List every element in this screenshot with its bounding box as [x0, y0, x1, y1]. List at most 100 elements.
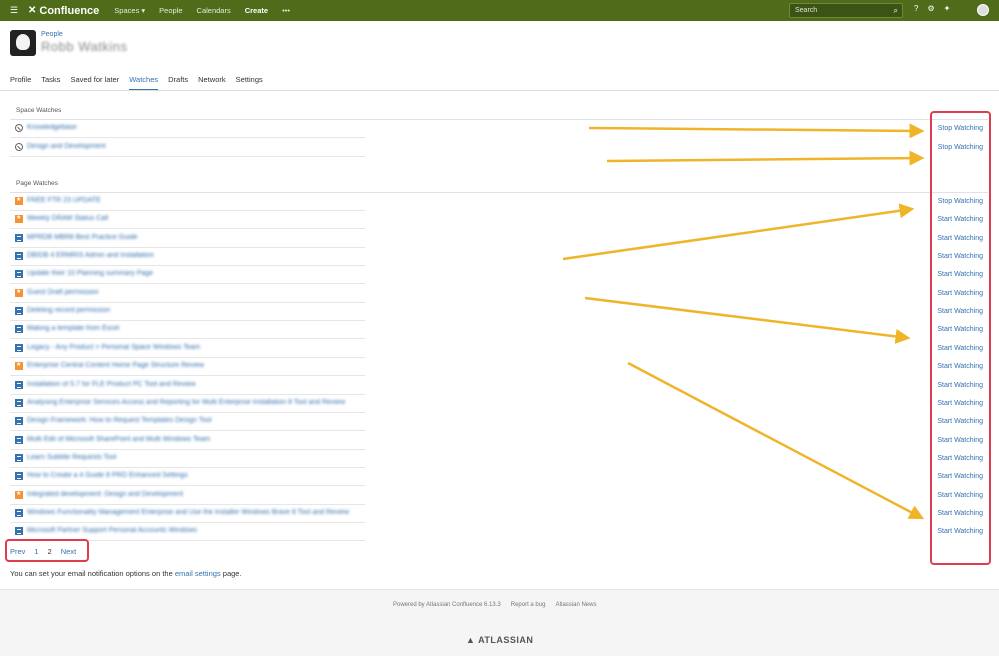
main-nav: Spaces ▾ People Calendars Create •••: [114, 6, 290, 15]
blog-icon: [15, 196, 23, 205]
blog-icon: [15, 490, 23, 499]
atlassian-logo[interactable]: ▲ ATLASSIAN: [466, 635, 533, 645]
page-icon: [15, 417, 23, 426]
app-name: Confluence: [39, 4, 100, 17]
item-link[interactable]: FREE FTR 23 UPDATE: [27, 197, 101, 204]
tabs-divider: [0, 90, 999, 91]
list-item: Knowledgebase Stop Watching: [10, 120, 988, 138]
header-icons: ? ⚙ ✦: [914, 4, 950, 13]
page-icon: [15, 252, 23, 261]
profile-avatar: [10, 30, 36, 56]
list-item: Update their 10 Planning summary Page Sta…: [10, 266, 988, 285]
arrow-2: [606, 150, 925, 166]
list-item: Guest Draft permissionStart Watching: [10, 285, 988, 303]
user-avatar[interactable]: [977, 4, 989, 16]
nav-people[interactable]: People: [159, 6, 182, 15]
item-link[interactable]: Guest Draft permission: [27, 289, 99, 296]
item-link[interactable]: DBIDB 4 ERMRIS Admin and Installation: [27, 252, 154, 259]
item-link[interactable]: Windows Functionality Management Enterpr…: [27, 509, 349, 516]
tab-network[interactable]: Network: [198, 75, 226, 91]
item-link[interactable]: Enterprise Central Content Home Page Str…: [27, 362, 204, 369]
page-icon: [15, 527, 23, 536]
notification-icon[interactable]: ✦: [944, 4, 951, 13]
list-item: How to Create a 4 Guide 8 PRO Enhanced S…: [10, 468, 988, 487]
list-item: Deleting record permission Start Watching: [10, 303, 988, 322]
footer-powered-by[interactable]: Powered by Atlassian Confluence 6.13.3: [393, 602, 501, 608]
row-divider: [10, 156, 365, 157]
list-item: Microsoft Partner Support Personal Accou…: [10, 523, 988, 542]
list-item: Integrated development: Design and Devel…: [10, 487, 988, 505]
email-settings-link[interactable]: email settings: [175, 569, 221, 578]
item-link[interactable]: Deleting record permission: [27, 307, 110, 314]
breadcrumb[interactable]: People: [41, 31, 127, 38]
item-link[interactable]: Knowledgebase: [27, 124, 77, 131]
space-watches-heading: Space Watches: [16, 107, 62, 114]
tab-tasks[interactable]: Tasks: [41, 75, 60, 91]
page-icon: [15, 380, 23, 389]
create-button[interactable]: Create: [245, 6, 268, 15]
item-link[interactable]: Making a template from Excel: [27, 325, 119, 332]
blog-icon: [15, 214, 23, 224]
item-link[interactable]: Update their 10 Planning summary Page: [27, 270, 153, 277]
item-link[interactable]: Design Framework: How to Request Templat…: [27, 417, 212, 424]
row-divider: [10, 137, 365, 138]
tab-profile[interactable]: Profile: [10, 75, 31, 91]
profile-tabs: Profile Tasks Saved for later Watches Dr…: [10, 75, 263, 91]
menu-icon[interactable]: ☰: [10, 5, 24, 16]
list-item: Making a template from Excel Start Watchi…: [10, 321, 988, 340]
list-item: Legacy - Any Product > Personal Space Wi…: [10, 340, 988, 358]
note-text-after: page.: [220, 569, 242, 578]
page-icon: [15, 343, 23, 352]
search-placeholder: Search: [795, 7, 818, 14]
item-link[interactable]: Legacy - Any Product > Personal Space Wi…: [27, 344, 200, 351]
item-link[interactable]: How to Create a 4 Guide 8 PRO Enhanced S…: [27, 472, 188, 479]
footer-atlassian-news[interactable]: Atlassian News: [555, 602, 596, 608]
confluence-logo[interactable]: ✕ Confluence: [28, 5, 99, 17]
gear-icon[interactable]: ⚙: [927, 4, 934, 13]
nav-spaces[interactable]: Spaces ▾: [114, 6, 145, 15]
item-link[interactable]: Integrated development: Design and Devel…: [27, 491, 183, 498]
page-icon: [15, 233, 23, 242]
tab-drafts[interactable]: Drafts: [168, 75, 188, 91]
list-item: Weekly DRAM Status CallStart Watching: [10, 211, 988, 230]
top-nav: ☰ ✕ Confluence Spaces ▾ People Calendars…: [0, 0, 999, 21]
space-icon: [15, 124, 23, 132]
item-link[interactable]: Microsoft Partner Support Personal Accou…: [27, 527, 197, 534]
page-icon: [15, 453, 23, 462]
page-icon: [15, 325, 23, 334]
space-icon: [15, 143, 23, 151]
blog-icon: [15, 361, 23, 371]
list-item: DBIDB 4 ERMRIS Admin and Installation Sta…: [10, 248, 988, 267]
item-link[interactable]: Learn Subtitle Requests Tool: [27, 454, 116, 461]
page-icon: [15, 508, 23, 517]
nav-calendars[interactable]: Calendars: [197, 6, 231, 15]
confluence-logo-icon: ✕: [28, 5, 37, 16]
list-item: Analysing Enterprise Services Access and…: [10, 395, 988, 413]
email-settings-note: You can set your email notification opti…: [10, 569, 242, 578]
page-icon: [15, 398, 23, 407]
list-item: Learn Subtitle Requests Tool Start Watchi…: [10, 450, 988, 468]
item-link[interactable]: MPRDB MBR8 Best Practice Guide: [27, 234, 137, 241]
list-item: MPRDB MBR8 Best Practice Guide Start Watc…: [10, 230, 988, 248]
item-link[interactable]: Design and Development: [27, 143, 106, 150]
item-link[interactable]: Installation of 5.7 for FLE Product PC T…: [27, 381, 196, 388]
item-link[interactable]: Weekly DRAM Status Call: [27, 215, 108, 222]
search-input[interactable]: Search ⌕: [789, 3, 903, 18]
page-title: Robb Watkins: [41, 39, 128, 54]
page-icon: [15, 307, 23, 316]
list-item: Design and Development Stop Watching: [10, 139, 988, 157]
item-link[interactable]: Analysing Enterprise Services Access and…: [27, 399, 345, 406]
footer-report-bug[interactable]: Report a bug: [511, 602, 546, 608]
item-link[interactable]: Multi Edit of Microsoft SharePoint and M…: [27, 436, 210, 443]
annotation-actions-box: [930, 111, 991, 565]
more-icon[interactable]: •••: [282, 6, 290, 15]
page-icon: [15, 472, 23, 481]
tab-watches[interactable]: Watches: [129, 75, 159, 91]
list-item: Installation of 5.7 for FLE Product PC T…: [10, 377, 988, 395]
list-item: Design Framework: How to Request Templat…: [10, 413, 988, 432]
footer: Powered by Atlassian Confluence 6.13.3 R…: [0, 589, 999, 656]
blog-icon: [15, 288, 23, 297]
tab-saved-for-later[interactable]: Saved for later: [70, 75, 119, 91]
help-icon[interactable]: ?: [914, 4, 918, 13]
tab-settings[interactable]: Settings: [236, 75, 263, 91]
